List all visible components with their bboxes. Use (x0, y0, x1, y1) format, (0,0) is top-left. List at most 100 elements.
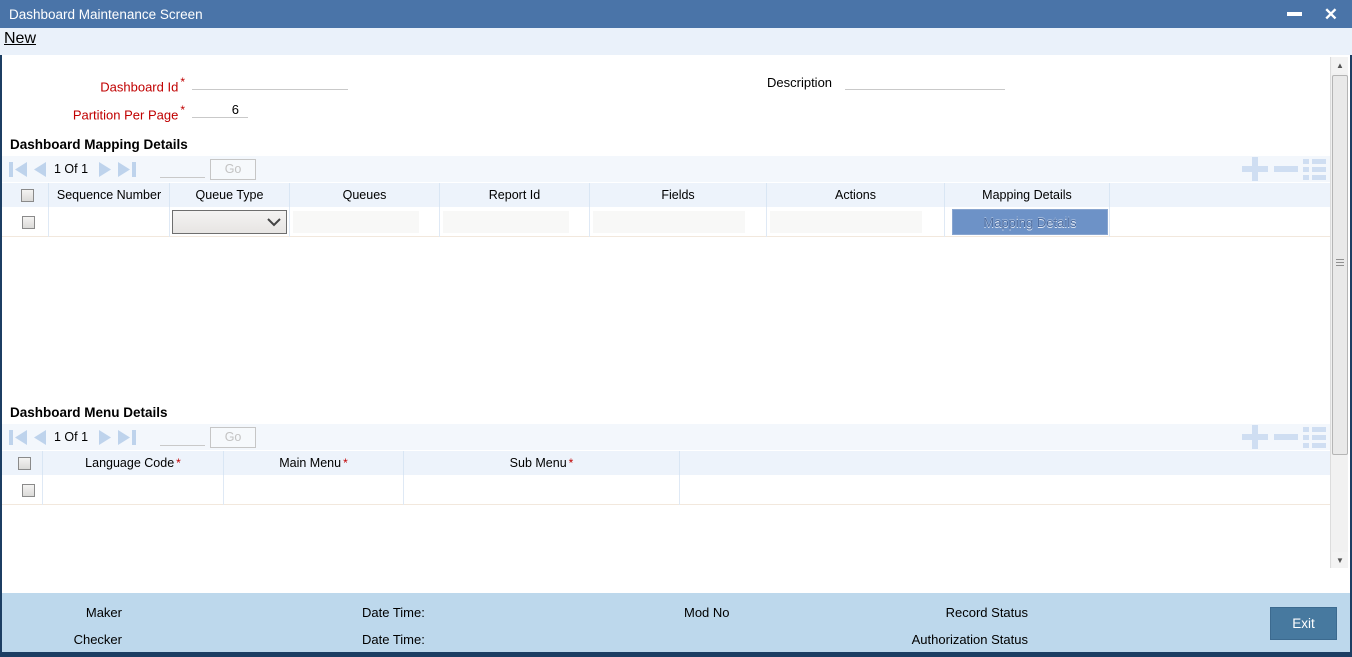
actions-input (770, 211, 922, 233)
last-page-icon[interactable] (117, 161, 137, 177)
menu-row-checkbox-cell (6, 475, 43, 505)
record-status-label: Record Status (945, 605, 1028, 620)
sub-menu-required-asterisk: * (568, 456, 574, 470)
col-main-menu: Main Menu * (224, 451, 404, 475)
action-menubar: New (0, 28, 1352, 55)
partition-required-asterisk: * (180, 103, 185, 117)
sub-menu-cell (404, 475, 680, 505)
menu-table-row (2, 475, 1331, 505)
mapping-page-input[interactable] (160, 160, 206, 178)
vertical-scrollbar[interactable]: ▲ ▼ (1330, 57, 1348, 568)
mapping-select-all-checkbox[interactable] (20, 188, 34, 202)
main-menu-input[interactable] (227, 479, 397, 501)
single-view-icon[interactable] (1303, 158, 1326, 180)
menu-go-button[interactable]: Go (210, 426, 257, 448)
col-actions: Actions (767, 183, 945, 207)
mapping-section-title: Dashboard Mapping Details (10, 137, 188, 152)
menu-select-all-cell (6, 451, 43, 475)
menu-table-header: Language Code * Main Menu * Sub Menu * (2, 451, 1331, 475)
mapping-pagination-bar: 1 Of 1 Go (2, 156, 1331, 182)
form-content-area: Dashboard Id * Description Partition Per … (2, 55, 1350, 570)
menu-single-view-icon[interactable] (1303, 426, 1326, 448)
previous-page-icon[interactable] (31, 161, 47, 177)
mapping-table-header: Sequence Number Queue Type Queues Report… (2, 183, 1331, 207)
language-code-input[interactable] (46, 479, 216, 501)
delete-row-icon[interactable] (1273, 157, 1299, 181)
queues-cell (290, 207, 440, 237)
exit-button[interactable]: Exit (1270, 607, 1337, 640)
menu-pagination-bar: 1 Of 1 Go (2, 424, 1331, 450)
mapping-row-checkbox-cell (6, 207, 49, 237)
partition-per-page-label: Partition Per Page * (72, 103, 185, 123)
mapping-table-row: Mapping Details (2, 207, 1331, 237)
window-titlebar: Dashboard Maintenance Screen ✕ (0, 0, 1352, 28)
fields-input (593, 211, 745, 233)
mapping-select-all-cell (6, 183, 49, 207)
scrollbar-thumb[interactable] (1332, 75, 1348, 455)
menu-previous-page-icon[interactable] (31, 429, 47, 445)
mapping-details-cell: Mapping Details (945, 207, 1110, 237)
mapping-details-button[interactable]: Mapping Details (952, 209, 1108, 235)
description-field[interactable] (845, 70, 1005, 90)
queue-type-cell (170, 207, 290, 237)
mapping-blank-cell (1110, 207, 1331, 237)
col-mapping-details: Mapping Details (945, 183, 1110, 207)
new-action-link[interactable]: New (4, 30, 36, 48)
audit-footer: Maker Date Time: Mod No Record Status Ch… (2, 593, 1350, 652)
next-page-icon[interactable] (98, 161, 114, 177)
maker-label: Maker (85, 605, 122, 620)
language-code-required-asterisk: * (176, 456, 181, 470)
sub-menu-input[interactable] (407, 479, 673, 501)
mod-no-label: Mod No (684, 605, 730, 620)
add-row-icon[interactable] (1241, 157, 1269, 181)
close-icon[interactable]: ✕ (1324, 6, 1338, 23)
mapping-go-button[interactable]: Go (210, 158, 257, 180)
menu-select-all-checkbox[interactable] (17, 456, 31, 470)
checker-label: Checker (73, 632, 122, 647)
authorization-status-label: Authorization Status (911, 632, 1028, 647)
scroll-up-icon[interactable]: ▲ (1332, 57, 1348, 73)
scroll-down-icon[interactable]: ▼ (1332, 552, 1348, 568)
window-title: Dashboard Maintenance Screen (9, 6, 203, 22)
queue-type-select[interactable] (172, 210, 287, 234)
col-sequence-number: Sequence Number (49, 183, 170, 207)
chevron-down-icon (267, 217, 281, 226)
minimize-icon[interactable] (1286, 12, 1302, 16)
mapping-row-checkbox[interactable] (22, 215, 35, 229)
menu-section-title: Dashboard Menu Details (10, 405, 168, 420)
menu-last-page-icon[interactable] (117, 429, 137, 445)
col-report-id: Report Id (440, 183, 590, 207)
report-id-input (443, 211, 569, 233)
col-fields: Fields (590, 183, 767, 207)
menu-add-row-icon[interactable] (1241, 425, 1269, 449)
partition-per-page-field[interactable]: 6 (192, 98, 248, 118)
sequence-number-input[interactable] (52, 211, 164, 233)
menu-next-page-icon[interactable] (98, 429, 114, 445)
report-id-cell (440, 207, 590, 237)
content-footer-gap (2, 570, 1350, 593)
menu-page-input[interactable] (160, 428, 206, 446)
maker-datetime-label: Date Time: (362, 605, 425, 620)
menu-delete-row-icon[interactable] (1273, 425, 1299, 449)
window-bottom-edge (0, 652, 1352, 657)
menu-row-checkbox[interactable] (22, 483, 35, 497)
checker-datetime-label: Date Time: (362, 632, 425, 647)
dashboard-id-label: Dashboard Id * (100, 75, 185, 95)
menu-first-page-icon[interactable] (9, 429, 28, 445)
first-page-icon[interactable] (9, 161, 28, 177)
queues-input (293, 211, 419, 233)
menu-blank-cell (680, 475, 1331, 505)
menu-page-indicator: 1 Of 1 (54, 430, 89, 444)
dashboard-id-required-asterisk: * (180, 75, 185, 89)
col-mapping-blank (1110, 183, 1331, 207)
fields-cell (590, 207, 767, 237)
col-language-code: Language Code * (43, 451, 224, 475)
description-label: Description (767, 75, 833, 90)
main-menu-cell (224, 475, 404, 505)
mapping-page-indicator: 1 Of 1 (54, 162, 89, 176)
main-menu-required-asterisk: * (343, 456, 348, 470)
col-menu-blank (680, 451, 1331, 475)
actions-cell (767, 207, 945, 237)
dashboard-id-field[interactable] (192, 70, 348, 90)
col-queues: Queues (290, 183, 440, 207)
